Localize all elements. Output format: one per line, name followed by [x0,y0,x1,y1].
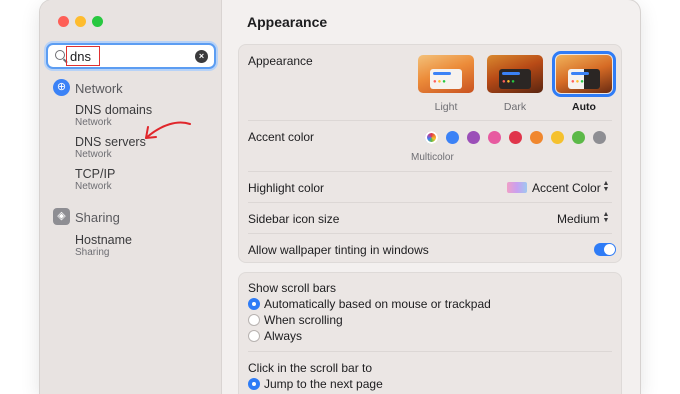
appearance-option-dark[interactable]: ●●● [487,55,543,93]
appearance-settings-card: Appearance ●●● Light ●●● Dark ●●● Auto A… [238,44,622,263]
accent-yellow-swatch[interactable] [551,131,564,144]
click-scroll-bar-label: Click in the scroll bar to [248,361,373,375]
accent-green-swatch[interactable] [572,131,585,144]
divider [248,233,612,234]
scroll-bars-auto-radio[interactable] [248,298,260,310]
jump-next-page-label[interactable]: Jump to the next page [264,377,383,391]
highlight-color-label: Highlight color [248,181,325,195]
sidebar-section-sharing[interactable]: Sharing [75,210,120,225]
page-title: Appearance [247,14,328,30]
search-result-subtitle: Network [75,149,112,160]
search-result-dns-servers[interactable]: DNS servers [75,135,146,149]
multicolor-label: Multicolor [411,152,454,163]
accent-red-swatch[interactable] [509,131,522,144]
search-result-dns-domains[interactable]: DNS domains [75,103,152,117]
divider [248,351,612,352]
scroll-bars-auto-label[interactable]: Automatically based on mouse or trackpad [264,297,491,311]
scroll-bars-settings-card: Show scroll bars Automatically based on … [238,272,622,394]
search-result-tcp-ip[interactable]: TCP/IP [75,167,115,181]
appearance-option-auto[interactable]: ●●● [552,51,616,97]
accent-purple-swatch[interactable] [467,131,480,144]
sidebar-section-network[interactable]: Network [75,81,123,96]
appearance-option-light-label: Light [434,101,458,113]
wallpaper-tinting-label: Allow wallpaper tinting in windows [248,243,429,257]
appearance-option-dark-label: Dark [503,101,527,113]
show-scroll-bars-label: Show scroll bars [248,281,337,295]
search-input[interactable] [66,46,100,66]
divider [248,202,612,203]
scroll-bars-when-scrolling-label[interactable]: When scrolling [264,313,343,327]
search-icon [55,50,65,60]
scroll-bars-always-radio[interactable] [248,330,260,342]
highlight-preview-swatch [507,182,527,193]
appearance-label: Appearance [248,54,313,68]
search-result-subtitle: Network [75,181,112,192]
accent-color-label: Accent color [248,130,315,144]
search-result-subtitle: Network [75,117,112,128]
jump-next-page-radio[interactable] [248,378,260,390]
accent-orange-swatch[interactable] [530,131,543,144]
sidebar-icon-size-label: Sidebar icon size [248,212,340,226]
annotation-arrow-icon [145,121,191,139]
appearance-option-light[interactable]: ●●● [418,55,474,93]
accent-multicolor-swatch[interactable] [425,131,438,144]
globe-icon: ⊕ [53,79,70,96]
divider [248,171,612,172]
appearance-option-auto-label: Auto [572,101,596,113]
main-pane: Appearance Appearance ●●● Light ●●● Dark… [223,0,640,394]
wallpaper-tinting-toggle[interactable] [594,243,616,256]
search-result-subtitle: Sharing [75,247,110,258]
accent-blue-swatch[interactable] [446,131,459,144]
sidebar: × ⊕ Network DNS domains Network DNS serv… [40,0,222,394]
zoom-window-button[interactable] [92,16,103,27]
sidebar-icon-size-value[interactable]: Medium [557,212,600,226]
chevron-up-down-icon[interactable]: ▲ ▼ [602,180,610,194]
chevron-up-down-icon[interactable]: ▲ ▼ [602,211,610,225]
accent-graphite-swatch[interactable] [593,131,606,144]
minimize-window-button[interactable] [75,16,86,27]
settings-window: × ⊕ Network DNS domains Network DNS serv… [40,0,640,394]
scroll-bars-always-label[interactable]: Always [264,329,302,343]
accent-pink-swatch[interactable] [488,131,501,144]
clear-search-icon[interactable]: × [195,50,208,63]
search-field[interactable]: × [46,43,216,69]
highlight-color-value[interactable]: Accent Color [532,181,601,195]
scroll-bars-when-scrolling-radio[interactable] [248,314,260,326]
close-window-button[interactable] [58,16,69,27]
search-result-hostname[interactable]: Hostname [75,233,132,247]
divider [248,120,612,121]
sharing-icon: ◈ [53,208,70,225]
